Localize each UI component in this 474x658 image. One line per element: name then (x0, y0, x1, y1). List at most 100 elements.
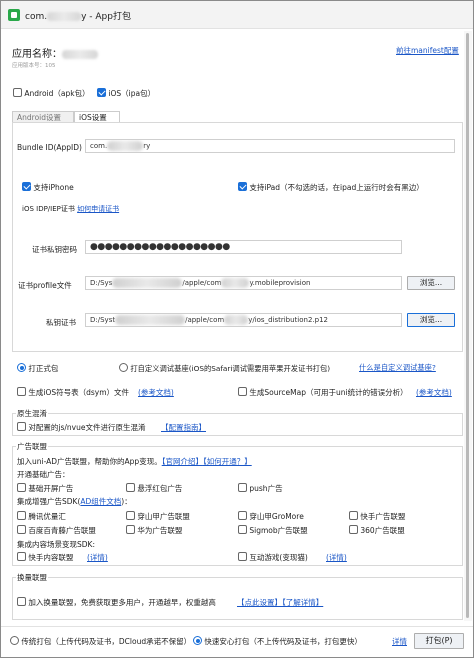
fast-pack-label: 快速安心打包（不上传代码及证书，打包更快） (204, 637, 362, 646)
ad-game-checkbox[interactable]: 互动游戏(变现猫) (238, 552, 308, 563)
how-to-apply-cert-link[interactable]: 如何申请证书 (77, 205, 119, 213)
checkbox-icon (238, 483, 247, 492)
checkbox-icon (17, 422, 26, 431)
checkbox-icon (17, 525, 26, 534)
fast-pack-radio[interactable]: 快速安心打包（不上传代码及证书，打包更快） (193, 636, 362, 647)
private-cert-input[interactable]: D:/Syst/apple/com y/ios_distribution2.p12 (85, 313, 402, 327)
private-cert-label: 私钥证书 (46, 318, 76, 327)
sourcemap-label: 生成SourceMap（可用于uni统计的错误分析） (249, 388, 408, 397)
fast-pack-details-link[interactable]: 详情 (392, 636, 407, 647)
exchange-checkbox[interactable]: 加入换量联盟，免费获取更多用户，开通越早，权重越高 (17, 597, 216, 608)
checkbox-icon (349, 511, 358, 520)
radio-selected-icon (193, 636, 202, 645)
support-ipad-checkbox[interactable]: 支持iPad（不勾选的话，在ipad上运行时会有黑边） (238, 182, 424, 193)
traditional-pack-label: 传统打包（上传代码及证书，DCloud承诺不保留） (21, 637, 192, 646)
enhanced-ads-title: 集成增强广告SDK(AD组件文档)： (17, 497, 132, 506)
content-ads-title: 集成内容场景变现SDK: (17, 540, 95, 549)
ad-360-checkbox[interactable]: 360广告联盟 (349, 525, 405, 536)
redacted-path (112, 278, 183, 288)
ios-platform-checkbox[interactable]: iOS（ipa包） (97, 88, 155, 99)
kuaishou-content-detail-link[interactable]: (详情) (87, 552, 108, 563)
bundle-id-label: Bundle ID(AppID) (17, 143, 82, 152)
redacted-path (221, 278, 250, 288)
ads-intro: 加入uni-AD广告联盟，帮助你的App变现。【官网介绍】【如何开通？】 (17, 457, 252, 466)
profile-file-label: 证书profile文件 (18, 281, 72, 290)
browse-profile-button[interactable]: 浏览... (407, 276, 455, 290)
ad-component-doc-link[interactable]: AD组件文档 (80, 497, 121, 506)
checkbox-icon (126, 525, 135, 534)
custom-base-radio[interactable]: 打自定义调试基座(iOS的Safari调试需要用苹果开发证书打包) (119, 363, 330, 374)
ios-platform-label: iOS（ipa包） (108, 89, 156, 98)
window-title: com. y - App打包 (25, 12, 131, 22)
ad-kuaishou-checkbox[interactable]: 快手广告联盟 (349, 511, 405, 522)
formal-pack-label: 打正式包 (28, 364, 59, 373)
cert-title-row: iOS IDP/IEP证书 如何申请证书 (22, 204, 119, 214)
ads-intro-link[interactable]: 【官网介绍】 (162, 457, 203, 466)
support-ipad-label: 支持iPad（不勾选的话，在ipad上运行时会有黑边） (249, 183, 424, 192)
checkbox-icon (126, 511, 135, 520)
cert-password-input[interactable]: ●●●●●●●●●●●●●●●●●●● (85, 240, 402, 254)
checkbox-checked-icon (22, 182, 31, 191)
ad-huawei-checkbox[interactable]: 华为广告联盟 (126, 525, 182, 536)
sourcemap-doc-link[interactable]: (参考文档) (416, 387, 452, 398)
dsym-checkbox[interactable]: 生成iOS符号表（dsym）文件 (17, 387, 129, 398)
ad-pangle-checkbox[interactable]: 穿山甲广告联盟 (126, 511, 190, 522)
redacted-path (224, 315, 249, 325)
manifest-link[interactable]: 前往manifest配置 (396, 45, 459, 56)
cert-password-label: 证书私钥密码 (32, 245, 77, 254)
radio-icon (119, 363, 128, 372)
checkbox-icon (238, 552, 247, 561)
android-platform-checkbox[interactable]: Android（apk包） (13, 88, 90, 99)
ads-how-to-link[interactable]: 【如何开通？】 (203, 457, 252, 466)
checkbox-icon (17, 552, 26, 561)
app-name-label: 应用名称： (12, 49, 62, 60)
checkbox-icon (17, 483, 26, 492)
ad-kuaishou-content-checkbox[interactable]: 快手内容联盟 (17, 552, 73, 563)
checkbox-icon (238, 525, 247, 534)
exchange-details-link[interactable]: 【了解详情】 (282, 598, 323, 607)
redacted-bundle (107, 141, 144, 151)
app-icon (8, 9, 20, 21)
checkbox-icon (17, 597, 26, 606)
traditional-pack-radio[interactable]: 传统打包（上传代码及证书，DCloud承诺不保留） (10, 636, 191, 647)
basic-ads-title: 开通基础广告： (17, 470, 70, 479)
sourcemap-checkbox[interactable]: 生成SourceMap（可用于uni统计的错误分析） (238, 387, 408, 398)
ad-baidu-checkbox[interactable]: 百度百青藤广告联盟 (17, 525, 96, 536)
checkbox-checked-icon (97, 88, 106, 97)
dsym-label: 生成iOS符号表（dsym）文件 (28, 388, 130, 397)
basic-ad-splash-checkbox[interactable]: 基础开屏广告 (17, 483, 73, 494)
exchange-label: 加入换量联盟，免费获取更多用户，开通越早，权重越高 (28, 598, 216, 607)
game-detail-link[interactable]: (详情) (326, 552, 347, 563)
ad-gromore-checkbox[interactable]: 穿山甲GroMore (238, 511, 304, 522)
exchange-settings-link[interactable]: 【点此设置】 (237, 598, 282, 607)
checkbox-icon (349, 525, 358, 534)
version-value: 105 (45, 63, 56, 69)
scrollbar-thumb[interactable] (466, 33, 469, 618)
checkbox-icon (17, 511, 26, 520)
bundle-id-input[interactable]: com. ry (85, 139, 455, 153)
basic-ad-push-checkbox[interactable]: push广告 (238, 483, 283, 494)
checkbox-icon (126, 483, 135, 492)
custom-base-help-link[interactable]: 什么是自定义调试基座? (359, 363, 436, 373)
formal-pack-radio[interactable]: 打正式包 (17, 363, 58, 374)
ad-sigmob-checkbox[interactable]: Sigmob广告联盟 (238, 525, 308, 536)
ad-tencent-checkbox[interactable]: 腾讯优量汇 (17, 511, 66, 522)
cert-title: iOS IDP/IEP证书 (22, 205, 75, 213)
redacted-path (115, 315, 186, 325)
dsym-doc-link[interactable]: (参考文档) (138, 387, 174, 398)
basic-ad-float-checkbox[interactable]: 悬浮红包广告 (126, 483, 182, 494)
support-iphone-checkbox[interactable]: 支持iPhone (22, 182, 74, 193)
checkbox-icon (13, 88, 22, 97)
ads-title: 广告联盟 (16, 441, 48, 452)
android-platform-label: Android（apk包） (24, 89, 90, 98)
profile-file-input[interactable]: D:/Sys/apple/com y.mobileprovision (85, 276, 402, 290)
obfuscation-checkbox[interactable]: 对配置的js/nvue文件进行原生混淆 (17, 422, 145, 433)
browse-cert-button[interactable]: 浏览... (407, 313, 455, 327)
obfuscation-guide-link[interactable]: 【配置指南】 (161, 422, 206, 433)
exchange-title: 换量联盟 (16, 572, 48, 583)
pack-button[interactable]: 打包(P) (414, 633, 464, 649)
redacted-app-name (62, 49, 98, 59)
obfuscation-label: 对配置的js/nvue文件进行原生混淆 (28, 423, 146, 432)
checkbox-checked-icon (238, 182, 247, 191)
version-row: 应用版本号：105 (12, 61, 56, 69)
